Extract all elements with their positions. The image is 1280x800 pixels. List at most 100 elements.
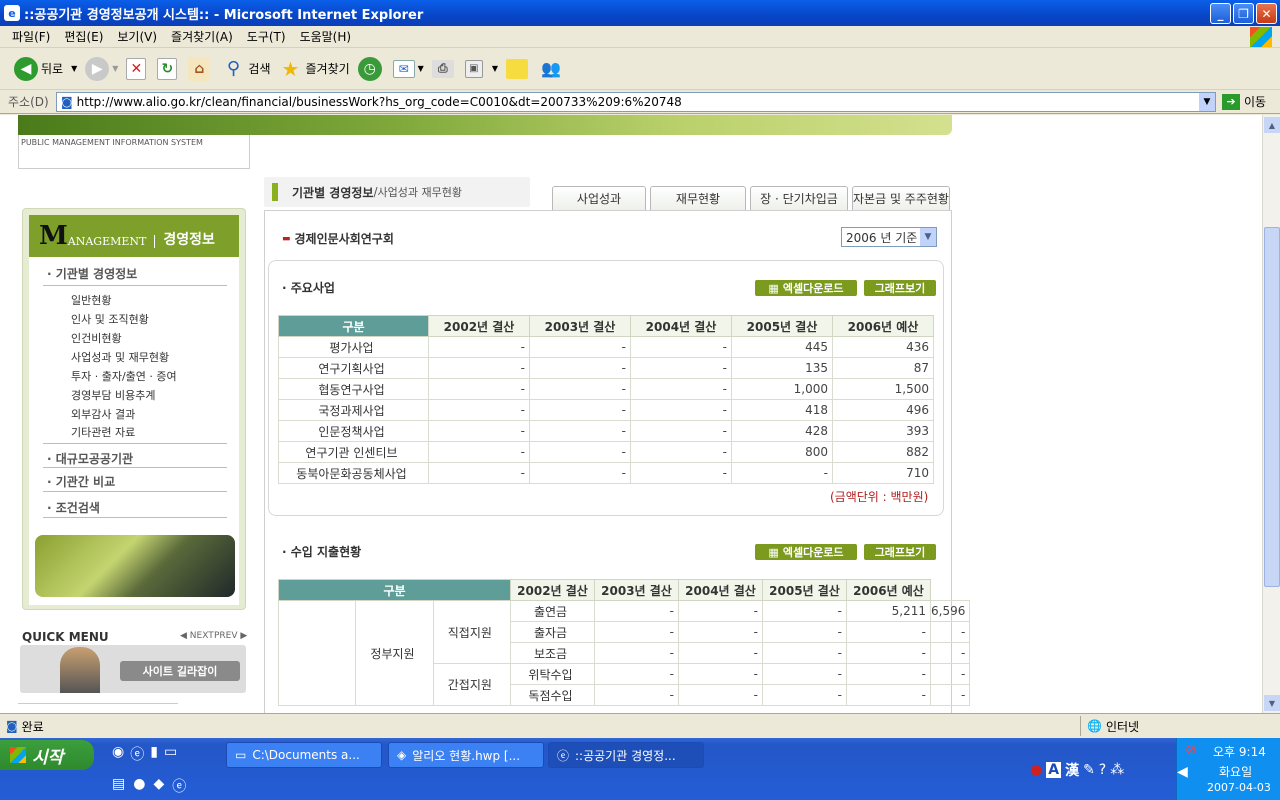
- window-title: ::공공기관 경영정보공개 시스템:: - Microsoft Internet…: [24, 7, 424, 23]
- menu-help[interactable]: 도움말(H): [300, 28, 352, 45]
- ime-korean-icon[interactable]: ●: [1030, 762, 1042, 778]
- sidebar-section-compare[interactable]: · 기관간 비교: [47, 473, 115, 490]
- tool-icon[interactable]: ◆: [153, 776, 164, 796]
- scroll-up-icon[interactable]: ▲: [1264, 117, 1280, 133]
- ime-hanja[interactable]: 漢: [1065, 760, 1079, 780]
- blocked-icon[interactable]: ⊘: [1185, 742, 1197, 758]
- back-button[interactable]: ◀ 뒤로 ▼: [14, 56, 77, 81]
- guide-person-image: [60, 647, 100, 693]
- task-documents[interactable]: ▭ C:\Documents a...: [226, 742, 382, 768]
- ime-option-icon[interactable]: ⁂: [1110, 762, 1124, 778]
- pmis-label: PUBLIC MANAGEMENT INFORMATION SYSTEM: [21, 138, 203, 147]
- quick-menu-prev[interactable]: PREV ▶: [214, 631, 247, 641]
- sidebar-section-search[interactable]: · 조건검색: [47, 499, 100, 516]
- ie-quicklaunch-icon[interactable]: ⓔ: [130, 744, 144, 764]
- quick-menu-next[interactable]: ◀ NEXT: [180, 631, 214, 641]
- go-button[interactable]: ➔ 이동: [1222, 93, 1266, 110]
- menu-edit[interactable]: 편집(E): [64, 28, 103, 45]
- start-button[interactable]: 시작: [0, 740, 94, 770]
- menu-tools[interactable]: 도구(T): [247, 28, 286, 45]
- scroll-down-icon[interactable]: ▼: [1264, 695, 1280, 711]
- header-banner: [18, 115, 952, 135]
- folder-icon[interactable]: ▭: [164, 744, 177, 764]
- scrollbar-thumb[interactable]: [1264, 227, 1280, 587]
- ime-alpha-icon[interactable]: A: [1046, 762, 1062, 778]
- stop-button[interactable]: ✕: [126, 57, 149, 80]
- quick-menu-banner[interactable]: 사이트 길라잡이: [20, 645, 246, 693]
- table-row: 인문정책사업 - - -428 393: [278, 420, 934, 442]
- menu-view[interactable]: 보기(V): [117, 28, 157, 45]
- forward-button[interactable]: ▶ ▼: [85, 56, 118, 81]
- edit-button[interactable]: ▣ ▼: [464, 59, 498, 78]
- printer-icon: ⎙: [431, 59, 454, 78]
- back-dropdown-icon[interactable]: ▼: [71, 64, 77, 73]
- main-business-table: 구분 2002년 결산 2003년 결산 2004년 결산 2005년 결산 2…: [278, 315, 934, 484]
- ime-help-icon[interactable]: ?: [1099, 762, 1106, 778]
- income-table: 구분 2002년 결산 2003년 결산 2004년 결산 2005년 결산 2…: [277, 579, 971, 706]
- sidebar: M ANAGEMENT 경영정보 · 기관별 경영정보 일반현황 인사 및 조직…: [22, 208, 246, 610]
- graph-view-button[interactable]: 그래프보기: [864, 280, 936, 296]
- tab-capital-shareholders[interactable]: 자본금 및 주주현황: [852, 186, 950, 210]
- task-hwp[interactable]: ◈ 알리오 현황.hwp [...: [388, 742, 544, 768]
- close-button[interactable]: ✕: [1256, 3, 1277, 24]
- site-guide-button[interactable]: 사이트 길라잡이: [120, 661, 240, 681]
- ime-tool-icon[interactable]: ✎: [1083, 762, 1095, 778]
- messenger-button[interactable]: 👥: [539, 57, 566, 81]
- sidebar-item-business-finance[interactable]: 사업성과 및 재무현황: [71, 349, 169, 365]
- stop-icon: ✕: [126, 57, 147, 80]
- sidebar-banner-image[interactable]: [35, 535, 235, 597]
- address-input[interactable]: ◙ http://www.alio.go.kr/clean/financial/…: [56, 91, 1216, 112]
- sidebar-section-large[interactable]: · 대규모공공기관: [47, 450, 133, 467]
- app-icon[interactable]: ▮: [150, 744, 158, 764]
- print-button[interactable]: ⎙: [431, 59, 457, 78]
- tab-financial-status[interactable]: 재무현황: [650, 186, 746, 210]
- favorites-button[interactable]: ★ 즐겨찾기: [279, 57, 350, 81]
- home-button[interactable]: ⌂: [188, 56, 213, 81]
- status-text: 완료: [21, 719, 44, 734]
- sidebar-item-general[interactable]: 일반현황: [71, 292, 111, 308]
- address-dropdown-icon[interactable]: ▼: [1199, 92, 1215, 111]
- sidebar-menu: · 기관별 경영정보 일반현황 인사 및 조직현황 인건비현황 사업성과 및 재…: [29, 257, 239, 605]
- task-ie[interactable]: ⓔ::공공기관 경영정...: [548, 742, 704, 768]
- sidebar-item-investment[interactable]: 투자 · 출자/출연 · 증여: [71, 368, 177, 384]
- media-icon[interactable]: ●: [133, 776, 145, 796]
- excel-icon: ▦: [768, 545, 779, 559]
- system-tray: ⊘ ◀ 오후 9:14 화요일 2007-04-03: [1176, 738, 1280, 800]
- clock-time: 오후 9:14: [1213, 745, 1266, 759]
- window-titlebar[interactable]: e ::공공기관 경영정보공개 시스템:: - Microsoft Intern…: [0, 0, 1280, 26]
- chrome-icon[interactable]: ◉: [112, 744, 124, 764]
- menu-bar: 파일(F) 편집(E) 보기(V) 즐겨찾기(A) 도구(T) 도움말(H): [0, 26, 1280, 48]
- menu-favorites[interactable]: 즐겨찾기(A): [171, 28, 233, 45]
- sidebar-section-org[interactable]: · 기관별 경영정보: [47, 265, 137, 282]
- minimize-button[interactable]: _: [1210, 3, 1231, 24]
- tab-borrowings[interactable]: 장 · 단기차입금: [750, 186, 848, 210]
- tab-business-performance[interactable]: 사업성과: [552, 186, 646, 210]
- bullet-icon: ▬: [282, 233, 291, 244]
- refresh-button[interactable]: ↻: [157, 57, 180, 80]
- income-excel-download-button[interactable]: ▦ 엑셀다운로드: [755, 544, 857, 560]
- ie-task-icon: ⓔ: [557, 748, 570, 763]
- search-button[interactable]: ⚲ 검색: [221, 57, 271, 81]
- excel-download-button[interactable]: ▦ 엑셀다운로드: [755, 280, 857, 296]
- income-graph-view-button[interactable]: 그래프보기: [864, 544, 936, 560]
- indirect-support-label: 간접지원: [432, 663, 512, 706]
- sidebar-item-burden-cost[interactable]: 경영부담 비용추계: [71, 387, 155, 403]
- sidebar-item-hr[interactable]: 인사 및 조직현황: [71, 311, 149, 327]
- edit-icon: ▣: [464, 59, 483, 78]
- sidebar-item-audit[interactable]: 외부감사 결과: [71, 406, 135, 422]
- history-button[interactable]: ◷: [357, 56, 385, 81]
- doc-icon[interactable]: ▤: [112, 776, 125, 796]
- browser-icon[interactable]: ⓔ: [172, 776, 186, 796]
- menu-file[interactable]: 파일(F): [12, 28, 50, 45]
- mail-button[interactable]: ✉ ▼: [392, 59, 424, 78]
- tray-arrow-icon[interactable]: ◀: [1177, 764, 1188, 780]
- taskbar: 시작 ◉ ⓔ ▮ ▭ ▤ ● ◆ ⓔ ▭ C:\Documents a... ◈ 알…: [0, 738, 1280, 800]
- notes-button[interactable]: [505, 58, 531, 79]
- maximize-button[interactable]: ❐: [1233, 3, 1254, 24]
- sidebar-item-other[interactable]: 기타관련 자료: [71, 424, 135, 440]
- year-select[interactable]: 2006 년 기준 ▼: [841, 227, 937, 247]
- vertical-scrollbar[interactable]: ▲ ▼: [1262, 115, 1280, 713]
- refresh-icon: ↻: [157, 57, 178, 80]
- sidebar-item-labor-cost[interactable]: 인건비현황: [71, 330, 122, 346]
- table-row: 평가사업 - - -445 436: [278, 336, 934, 358]
